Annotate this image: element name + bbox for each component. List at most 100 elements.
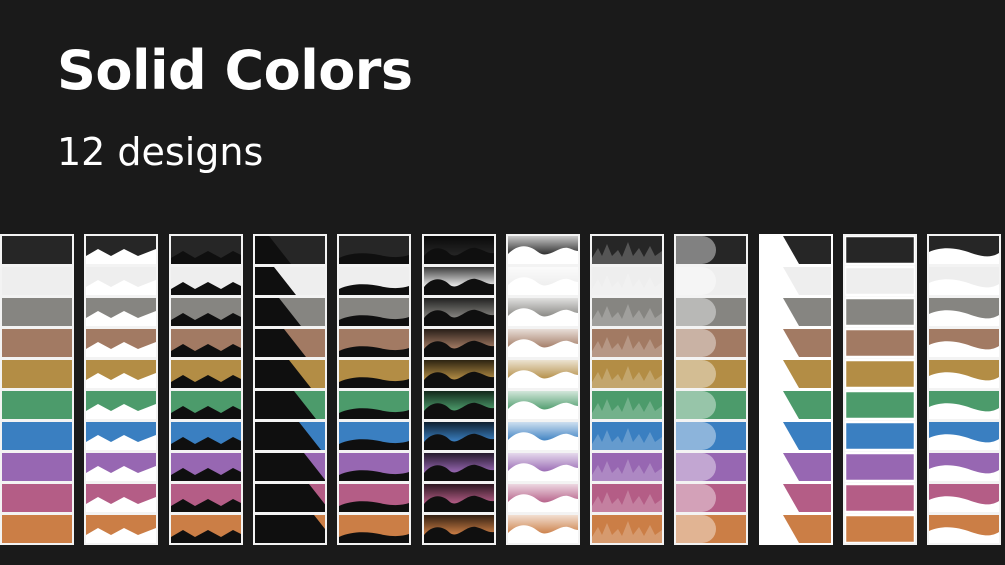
design-column-wave-white [927, 234, 1001, 545]
color-swatch [424, 422, 494, 450]
color-swatch [171, 236, 241, 264]
zigzag-shape [171, 375, 241, 388]
color-swatch [676, 391, 746, 419]
color-swatch [508, 298, 578, 326]
color-swatch [255, 484, 325, 512]
color-swatch [339, 360, 409, 388]
color-swatch [255, 236, 325, 264]
color-swatch [845, 420, 915, 452]
color-swatch [171, 484, 241, 512]
color-swatch [339, 236, 409, 264]
swatch-fill [845, 391, 915, 419]
color-swatch [845, 265, 915, 297]
swatch-fill [2, 267, 72, 295]
swatch-fill [845, 236, 915, 264]
design-preview [508, 236, 578, 543]
color-swatch [2, 391, 72, 419]
color-swatch [86, 298, 156, 326]
color-swatch [424, 298, 494, 326]
color-swatch [508, 484, 578, 512]
color-swatch [592, 422, 662, 450]
swatch-fill [2, 515, 72, 543]
design-column-spiky-wave [590, 234, 664, 545]
swatch-fill [845, 422, 915, 450]
color-swatch [761, 236, 831, 264]
color-swatch [339, 453, 409, 481]
design-preview [761, 236, 831, 543]
color-swatch [424, 329, 494, 357]
zigzag-shape [171, 406, 241, 419]
color-swatch [424, 360, 494, 388]
color-swatch [592, 329, 662, 357]
color-swatch [86, 329, 156, 357]
design-column-wave-black-gradient [422, 234, 496, 545]
color-swatch [761, 329, 831, 357]
rounded-shape [676, 267, 716, 295]
color-swatch [339, 515, 409, 543]
swatch-fill [2, 236, 72, 264]
rounded-shape [676, 360, 716, 388]
color-swatch [508, 360, 578, 388]
color-swatch [255, 453, 325, 481]
color-swatch [508, 391, 578, 419]
color-swatch [86, 391, 156, 419]
color-swatch [2, 515, 72, 543]
color-swatch [86, 236, 156, 264]
color-swatch [2, 267, 72, 295]
color-swatch [676, 515, 746, 543]
design-preview [929, 236, 999, 543]
color-swatch [592, 391, 662, 419]
swatch-fill [845, 453, 915, 481]
color-swatch [255, 422, 325, 450]
color-swatch [929, 422, 999, 450]
color-swatch [929, 236, 999, 264]
rounded-shape [676, 515, 716, 543]
color-swatch [339, 267, 409, 295]
color-swatch [508, 329, 578, 357]
color-swatch [508, 267, 578, 295]
color-swatch [339, 329, 409, 357]
color-swatch [255, 298, 325, 326]
color-swatch [676, 267, 746, 295]
color-swatch [761, 267, 831, 295]
color-swatch [676, 329, 746, 357]
design-column-diagonal-black [253, 234, 327, 545]
color-swatch [929, 391, 999, 419]
design-preview [171, 236, 241, 543]
color-swatch [339, 391, 409, 419]
color-swatch [845, 296, 915, 328]
color-swatch [424, 267, 494, 295]
color-swatch [592, 236, 662, 264]
rounded-shape [676, 236, 716, 264]
color-swatch [508, 236, 578, 264]
zigzag-shape [171, 437, 241, 450]
color-swatch [424, 515, 494, 543]
color-swatch [2, 360, 72, 388]
rounded-shape [676, 391, 716, 419]
design-preview [2, 236, 72, 543]
swatch-fill [2, 453, 72, 481]
color-swatch [508, 422, 578, 450]
page-subtitle: 12 designs [57, 130, 264, 174]
page-title: Solid Colors [57, 39, 413, 102]
swatch-fill [845, 515, 915, 543]
design-preview [676, 236, 746, 543]
zigzag-shape [171, 468, 241, 481]
color-swatch [86, 484, 156, 512]
color-swatch [845, 482, 915, 514]
color-swatch [171, 329, 241, 357]
swatch-fill [845, 360, 915, 388]
rounded-shape [676, 453, 716, 481]
color-swatch [592, 484, 662, 512]
color-swatch [929, 453, 999, 481]
color-swatch [424, 484, 494, 512]
color-swatch [929, 267, 999, 295]
color-swatch [86, 267, 156, 295]
color-swatch [761, 360, 831, 388]
rounded-shape [676, 298, 716, 326]
color-swatch [171, 422, 241, 450]
color-swatch [86, 453, 156, 481]
color-swatch [2, 298, 72, 326]
swatch-fill [2, 298, 72, 326]
color-swatch [845, 389, 915, 421]
